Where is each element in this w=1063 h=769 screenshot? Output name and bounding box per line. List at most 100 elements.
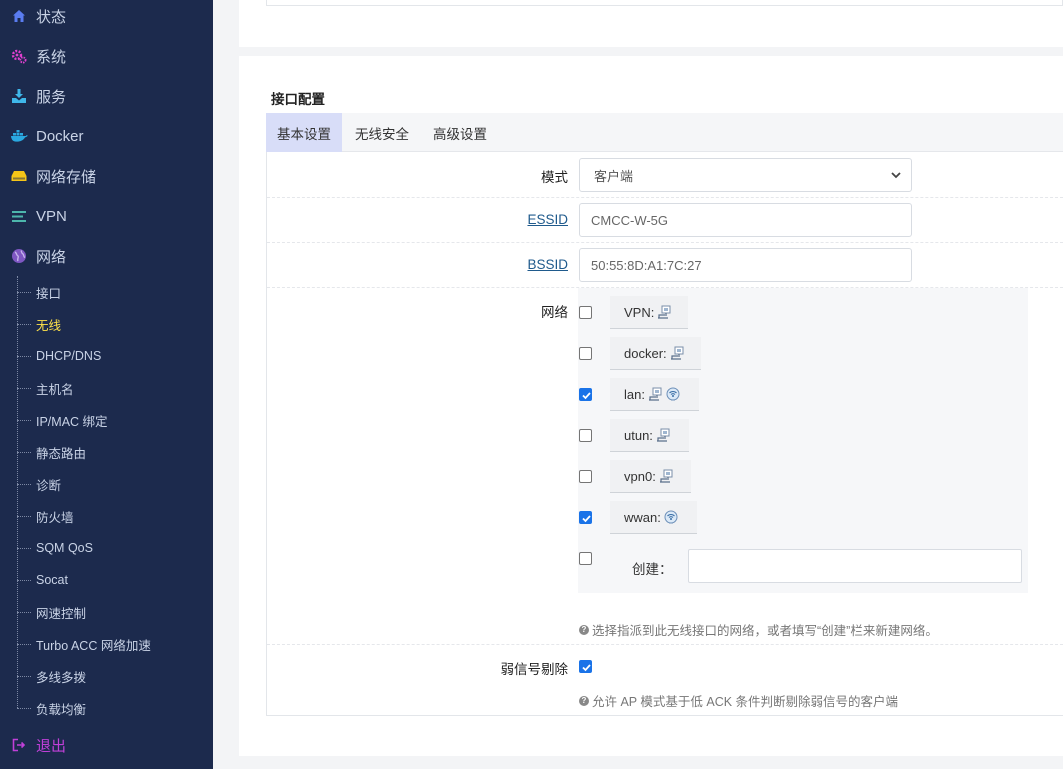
sidebar-item-services[interactable]: 服务: [0, 76, 213, 116]
globe-icon: [10, 247, 28, 265]
sidebar-subitem-label: DHCP/DNS: [36, 349, 102, 363]
top-card: [239, 0, 1063, 47]
mode-label: 模式: [541, 170, 568, 185]
network-hint-text: 选择指派到此无线接口的网络，或者填写“创建”栏来新建网络。: [592, 624, 938, 638]
wifi-icon: [665, 387, 681, 402]
sidebar-item-label: 网络存储: [36, 168, 97, 186]
essid-field[interactable]: CMCC-W-5G: [579, 203, 912, 237]
network-item-vpn0[interactable]: vpn0:: [610, 460, 691, 493]
network-checkbox-vpn[interactable]: [579, 306, 592, 319]
sidebar-subitem-speed-control[interactable]: 网速控制: [0, 596, 213, 628]
sidebar-subitem-label: 静态路由: [36, 446, 87, 461]
sidebar-subitem-firewall[interactable]: 防火墙: [0, 500, 213, 532]
sidebar-subitem-interfaces[interactable]: 接口: [0, 276, 213, 308]
sidebar-subitem-label: 网速控制: [36, 606, 87, 621]
essid-label[interactable]: ESSID: [470, 212, 568, 227]
mode-select-value: 客户端: [594, 168, 634, 184]
help-icon: ?: [579, 624, 589, 635]
sidebar-subitem-socat[interactable]: Socat: [0, 564, 213, 596]
wifi-icon: [663, 510, 679, 525]
sidebar-item-label: 状态: [36, 8, 67, 26]
sidebar-item-label: 网络: [36, 248, 67, 266]
sidebar-subitem-hostnames[interactable]: 主机名: [0, 372, 213, 404]
tab-bar: 基本设置 无线安全 高级设置: [266, 113, 1063, 152]
ethernet-icon: [647, 387, 663, 402]
sidebar-item-logout[interactable]: 退出: [0, 725, 213, 765]
sidebar-item-network[interactable]: 网络: [0, 236, 213, 276]
sidebar-subitem-dhcp-dns[interactable]: DHCP/DNS: [0, 340, 213, 372]
weak-signal-label: 弱信号剔除: [500, 662, 569, 677]
bssid-field[interactable]: 50:55:8D:A1:7C:27: [579, 248, 912, 282]
network-item-docker[interactable]: docker:: [610, 337, 701, 370]
network-item-wwan[interactable]: wwan:: [610, 501, 697, 534]
sidebar-item-label: 系统: [36, 48, 67, 66]
sidebar-subitem-load-balance[interactable]: 负载均衡: [0, 692, 213, 724]
weak-signal-checkbox[interactable]: [579, 660, 592, 673]
sidebar-item-system[interactable]: 系统: [0, 36, 213, 76]
sidebar-subitem-label: IP/MAC 绑定: [36, 414, 108, 429]
sidebar-subitem-diagnostics[interactable]: 诊断: [0, 468, 213, 500]
sidebar-subitem-label: 防火墙: [36, 510, 74, 525]
network-checkbox-lan[interactable]: [579, 388, 592, 401]
row-separator: [267, 197, 1063, 198]
network-checkbox-vpn0[interactable]: [579, 470, 592, 483]
essid-value: CMCC-W-5G: [591, 212, 669, 228]
network-item-name: VPN:: [624, 304, 655, 320]
download-icon: [10, 87, 28, 105]
network-item-name: lan:: [624, 386, 645, 402]
sidebar: 状态 系统 服务 Docker 网络存储 VPN 网络 接口 无线 DHCP/D…: [0, 0, 213, 769]
network-checkbox-create[interactable]: [579, 552, 592, 565]
bssid-value: 50:55:8D:A1:7C:27: [591, 257, 702, 273]
network-item-name: docker:: [624, 345, 667, 361]
top-card-inner: [266, 0, 1063, 6]
ethernet-icon: [669, 346, 685, 361]
sidebar-item-docker[interactable]: Docker: [0, 116, 213, 156]
row-separator: [267, 644, 1063, 645]
network-item-vpn[interactable]: VPN:: [610, 296, 688, 329]
sidebar-item-label: VPN: [36, 207, 67, 225]
network-item-lan[interactable]: lan:: [610, 378, 699, 411]
ethernet-icon: [655, 428, 671, 443]
sidebar-subitem-label: 负载均衡: [36, 702, 87, 717]
sidebar-subitem-label: SQM QoS: [36, 541, 93, 555]
sidebar-subitem-label: Socat: [36, 573, 68, 587]
sidebar-item-label: Docker: [36, 127, 84, 145]
network-checkbox-wwan[interactable]: [579, 511, 592, 524]
gear-icon: [10, 47, 28, 65]
network-hint: ? 选择指派到此无线接口的网络，或者填写“创建”栏来新建网络。: [579, 620, 938, 639]
sidebar-item-label: 退出: [36, 737, 67, 755]
create-network-input[interactable]: [688, 549, 1022, 583]
sidebar-subitem-label: 接口: [36, 286, 62, 301]
home-icon: [10, 7, 28, 25]
sidebar-subitem-sqm-qos[interactable]: SQM QoS: [0, 532, 213, 564]
docker-icon: [10, 127, 28, 145]
weak-signal-hint-text: 允许 AP 模式基于低 ACK 条件判断剔除弱信号的客户端: [592, 695, 899, 709]
sidebar-subitem-static-routes[interactable]: 静态路由: [0, 436, 213, 468]
sidebar-subitem-ip-mac-binding[interactable]: IP/MAC 绑定: [0, 404, 213, 436]
ethernet-icon: [656, 305, 672, 320]
sidebar-subitem-wireless[interactable]: 无线: [0, 308, 213, 340]
mode-select[interactable]: 客户端: [579, 158, 912, 192]
network-item-name: wwan:: [624, 509, 661, 525]
weak-signal-hint: ? 允许 AP 模式基于低 ACK 条件判断剔除弱信号的客户端: [579, 691, 898, 710]
network-checkbox-utun[interactable]: [579, 429, 592, 442]
network-item-name: utun:: [624, 427, 653, 443]
sidebar-subitem-label: 多线多拨: [36, 670, 87, 685]
tab-basic-settings[interactable]: 基本设置: [266, 113, 342, 152]
network-label: 网络: [541, 305, 568, 320]
sidebar-subitem-turbo-acc[interactable]: Turbo ACC 网络加速: [0, 628, 213, 660]
sidebar-item-nas[interactable]: 网络存储: [0, 156, 213, 196]
sidebar-item-vpn[interactable]: VPN: [0, 196, 213, 236]
sidebar-subitem-label: 诊断: [36, 478, 62, 493]
sidebar-subitem-label: 无线: [36, 318, 62, 333]
sidebar-item-status[interactable]: 状态: [0, 0, 213, 36]
logout-icon: [10, 736, 28, 754]
network-checkbox-docker[interactable]: [579, 347, 592, 360]
sidebar-subitem-label: Turbo ACC 网络加速: [36, 638, 151, 653]
bssid-label[interactable]: BSSID: [470, 257, 568, 272]
ethernet-icon: [658, 469, 674, 484]
tab-wireless-security[interactable]: 无线安全: [344, 113, 420, 152]
tab-advanced-settings[interactable]: 高级设置: [422, 113, 498, 152]
network-item-utun[interactable]: utun:: [610, 419, 689, 452]
sidebar-subitem-multi-dial[interactable]: 多线多拨: [0, 660, 213, 692]
